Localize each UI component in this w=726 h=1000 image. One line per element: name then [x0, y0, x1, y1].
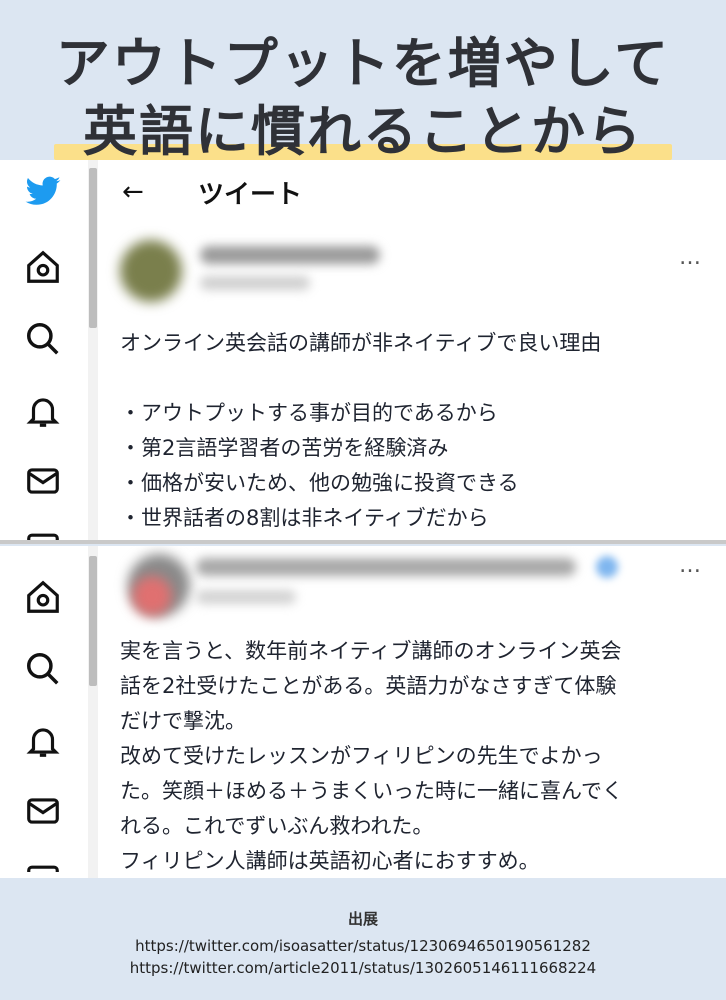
more-options-icon[interactable]: … [679, 247, 702, 269]
title-line-2: 英語に慣れることから [83, 100, 643, 163]
scrollbar[interactable] [88, 160, 98, 540]
page-title: ツイート [198, 179, 303, 210]
search-icon[interactable] [24, 650, 62, 688]
partial-icon [24, 532, 62, 540]
title-line-1: アウトプットを増やして [55, 32, 671, 95]
tweet-screenshot-1: ← ツイート … オンライン英会話の講師が非ネイティブで良い理由 ・アウトプット… [0, 160, 726, 540]
tweet-text: 実を言うと、数年前ネイティブ講師のオンライン英会 話を2社受けたことがある。英語… [120, 639, 623, 873]
avatar-accent [132, 576, 172, 616]
sidebar [0, 546, 88, 878]
bell-icon[interactable] [24, 392, 62, 430]
sidebar [0, 160, 88, 540]
partial-icon [24, 864, 62, 872]
twitter-bird-icon[interactable] [24, 172, 62, 210]
handle-blurred [196, 590, 296, 604]
tweet-header: ← ツイート [122, 172, 302, 212]
bell-icon[interactable] [24, 722, 62, 760]
source-link-2[interactable]: https://twitter.com/article2011/status/1… [0, 959, 726, 977]
home-icon[interactable] [24, 248, 62, 286]
handle-blurred [200, 276, 310, 290]
search-icon[interactable] [24, 320, 62, 358]
tweet-screenshot-2: … 実を言うと、数年前ネイティブ講師のオンライン英会 話を2社受けたことがある。… [0, 546, 726, 878]
source-label: 出展 [347, 910, 378, 928]
scrollbar[interactable] [88, 546, 98, 878]
mail-icon[interactable] [24, 792, 62, 830]
back-arrow-icon[interactable]: ← [122, 177, 162, 207]
home-icon[interactable] [24, 578, 62, 616]
mail-icon[interactable] [24, 462, 62, 500]
scrollbar-thumb[interactable] [89, 556, 97, 686]
scrollbar-thumb[interactable] [89, 168, 97, 328]
tweet-text: オンライン英会話の講師が非ネイティブで良い理由 ・アウトプットする事が目的である… [120, 331, 602, 530]
tweet-content: ← ツイート … オンライン英会話の講師が非ネイティブで良い理由 ・アウトプット… [100, 160, 726, 540]
avatar[interactable] [120, 240, 182, 302]
verified-badge-icon [596, 556, 618, 578]
display-name-blurred[interactable] [196, 558, 576, 576]
panel-divider [0, 540, 726, 544]
tweet-content: … 実を言うと、数年前ネイティブ講師のオンライン英会 話を2社受けたことがある。… [100, 546, 726, 878]
more-options-icon[interactable]: … [679, 555, 702, 577]
display-name-blurred[interactable] [200, 246, 380, 264]
source-link-1[interactable]: https://twitter.com/isoasatter/status/12… [0, 937, 726, 955]
